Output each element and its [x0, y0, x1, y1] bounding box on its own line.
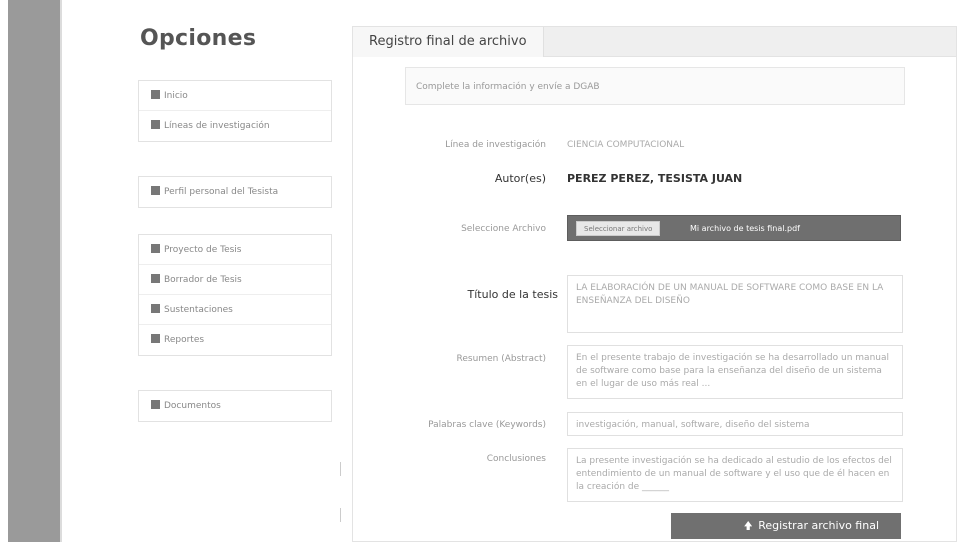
sidebar-item-sustentaciones[interactable]: Sustentaciones — [139, 295, 331, 325]
main-panel: Registro final de archivo Complete la in… — [352, 26, 957, 542]
sidebar-item-proyecto[interactable]: Proyecto de Tesis — [139, 235, 331, 265]
autor-label: Autor(es) — [494, 172, 546, 185]
resumen-textarea[interactable]: En el presente trabajo de investigación … — [567, 345, 903, 399]
report-icon — [151, 334, 160, 343]
sidebar-item-label: Proyecto de Tesis — [164, 245, 242, 255]
linea-value: CIENCIA COMPUTACIONAL — [567, 140, 685, 150]
sidebar-item-label: Reportes — [164, 335, 205, 345]
selected-file-name: Mi archivo de tesis final.pdf — [690, 224, 800, 233]
linea-label: Línea de investigación — [445, 140, 546, 150]
palabras-label: Palabras clave (Keywords) — [428, 420, 546, 430]
sidebar-item-inicio[interactable]: Inicio — [139, 81, 331, 111]
calendar-icon — [151, 304, 160, 313]
menu-group-perfil: Perfil personal del Tesista — [138, 176, 332, 208]
conclusiones-textarea[interactable]: La presente investigación se ha dedicado… — [567, 448, 903, 502]
home-icon — [151, 90, 160, 99]
tab-registro-final[interactable]: Registro final de archivo — [353, 27, 544, 57]
autor-value: PEREZ PEREZ, TESISTA JUAN — [567, 172, 743, 185]
file-icon — [151, 274, 160, 283]
user-icon — [151, 186, 160, 195]
file-icon — [151, 244, 160, 253]
rail-divider — [60, 0, 62, 542]
menu-group-documentos: Documentos — [138, 390, 332, 422]
panel-header: Registro final de archivo — [353, 27, 956, 57]
sidebar-item-borrador[interactable]: Borrador de Tesis — [139, 265, 331, 295]
sidebar-item-label: Sustentaciones — [164, 305, 233, 315]
list-icon — [151, 120, 160, 129]
left-rail — [8, 0, 60, 542]
titulo-textarea[interactable]: LA ELABORACIÓN DE UN MANUAL DE SOFTWARE … — [567, 275, 903, 333]
divider-tick — [340, 462, 344, 476]
divider-tick — [340, 508, 344, 522]
palabras-input[interactable]: investigación, manual, software, diseño … — [567, 412, 903, 436]
sidebar-item-label: Líneas de investigación — [164, 121, 270, 131]
sidebar-item-lineas[interactable]: Líneas de investigación — [139, 111, 331, 141]
titulo-label: Título de la tesis — [467, 288, 558, 301]
registrar-archivo-label: Registrar archivo final — [758, 519, 879, 532]
resumen-label: Resumen (Abstract) — [456, 354, 546, 364]
info-notice: Complete la información y envíe a DGAB — [405, 67, 905, 105]
sidebar-item-label: Documentos — [164, 401, 221, 411]
sidebar-item-label: Perfil personal del Tesista — [164, 187, 279, 197]
sidebar-item-label: Inicio — [164, 91, 188, 101]
sidebar-item-reportes[interactable]: Reportes — [139, 325, 331, 355]
document-icon — [151, 400, 160, 409]
archivo-label: Seleccione Archivo — [461, 224, 546, 234]
sidebar-item-label: Borrador de Tesis — [164, 275, 242, 285]
sidebar-item-documentos[interactable]: Documentos — [139, 391, 331, 421]
choose-file-button[interactable]: Seleccionar archivo — [576, 221, 661, 236]
sidebar-title: Opciones — [140, 26, 257, 51]
conclusiones-label: Conclusiones — [486, 454, 546, 464]
file-input[interactable]: Seleccionar archivo Mi archivo de tesis … — [567, 215, 901, 241]
registrar-archivo-button[interactable]: Registrar archivo final — [671, 513, 901, 539]
upload-icon — [744, 521, 753, 530]
menu-group-tesis: Proyecto de Tesis Borrador de Tesis Sust… — [138, 234, 332, 356]
sidebar-item-perfil[interactable]: Perfil personal del Tesista — [139, 177, 331, 207]
menu-group-main: Inicio Líneas de investigación — [138, 80, 332, 142]
